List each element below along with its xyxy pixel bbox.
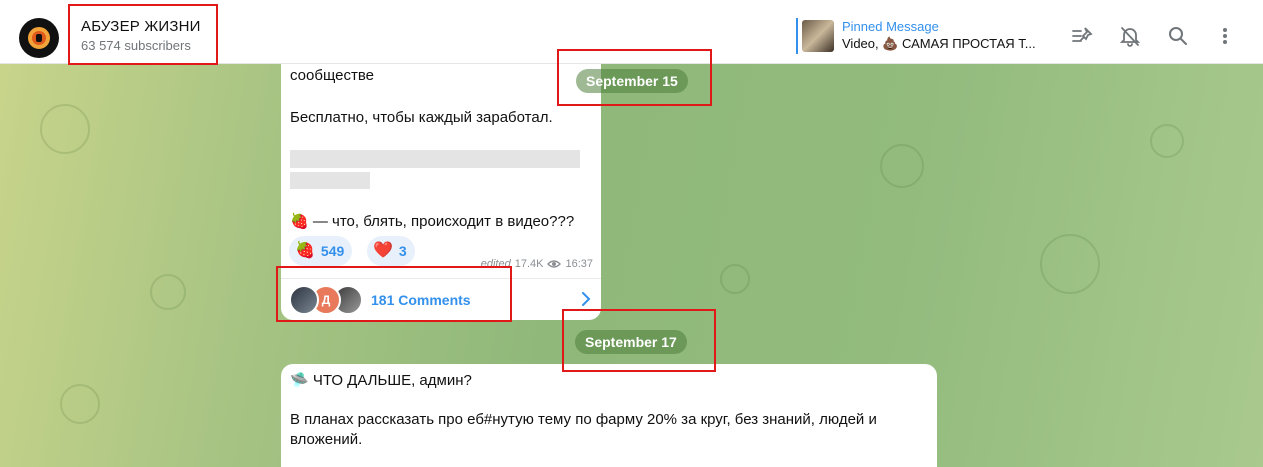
- search-icon: [1169, 27, 1187, 45]
- annotation-box: [562, 309, 716, 372]
- background-doodle: [40, 104, 90, 154]
- hidden-text-placeholder: [290, 150, 580, 168]
- post-title: 🛸 ЧТО ДАЛЬШЕ, админ?: [290, 372, 472, 389]
- mute-button[interactable]: [1114, 20, 1146, 52]
- chevron-right-icon: [582, 292, 591, 306]
- reaction-count: 3: [398, 243, 407, 259]
- post-text-line: сообществе: [290, 67, 374, 84]
- pinned-list-button[interactable]: [1066, 20, 1098, 52]
- strawberry-icon: 🍓: [295, 242, 315, 259]
- pinned-message-bar[interactable]: Pinned Message Video, 💩 САМАЯ ПРОСТАЯ Т.…: [796, 18, 1051, 54]
- mute-bell-icon: [1119, 27, 1141, 47]
- post-text-line: 🍓 — что, блять, происходит в видео???: [290, 213, 575, 230]
- message-time: 16:37: [565, 258, 593, 270]
- more-vertical-icon: [1223, 28, 1227, 44]
- commenter-avatar: [289, 285, 319, 315]
- hidden-text-placeholder: [290, 172, 370, 189]
- pinned-label: Pinned Message: [842, 19, 939, 34]
- post-body: В планах рассказать про еб#нутую тему по…: [290, 411, 877, 448]
- view-count: 17.4K: [514, 258, 544, 270]
- more-button[interactable]: [1209, 20, 1241, 52]
- channel-post[interactable]: 🛸 ЧТО ДАЛЬШЕ, админ? В планах рассказать…: [281, 364, 937, 467]
- background-doodle: [60, 384, 100, 424]
- background-doodle: [880, 144, 924, 188]
- reaction-count: 549: [320, 243, 345, 259]
- heart-icon: ❤️: [373, 242, 393, 259]
- background-doodle: [1150, 124, 1184, 158]
- reaction-heart[interactable]: ❤️ 3: [367, 236, 415, 266]
- background-doodle: [150, 274, 186, 310]
- pinned-thumbnail: [802, 20, 834, 52]
- pinned-preview: Video, 💩 САМАЯ ПРОСТАЯ Т...: [842, 36, 1036, 51]
- eye-icon: [547, 260, 562, 268]
- channel-logo-icon: [28, 27, 50, 49]
- reaction-strawberry[interactable]: 🍓 549: [289, 236, 353, 266]
- background-doodle: [720, 264, 750, 294]
- annotation-box: [68, 4, 218, 65]
- background-doodle: [1040, 234, 1100, 294]
- annotation-box: [557, 49, 712, 106]
- pinned-list-icon: [1072, 27, 1093, 42]
- search-button[interactable]: [1162, 20, 1194, 52]
- post-text-line: Бесплатно, чтобы каждый заработал.: [290, 109, 553, 126]
- channel-avatar[interactable]: [19, 18, 59, 58]
